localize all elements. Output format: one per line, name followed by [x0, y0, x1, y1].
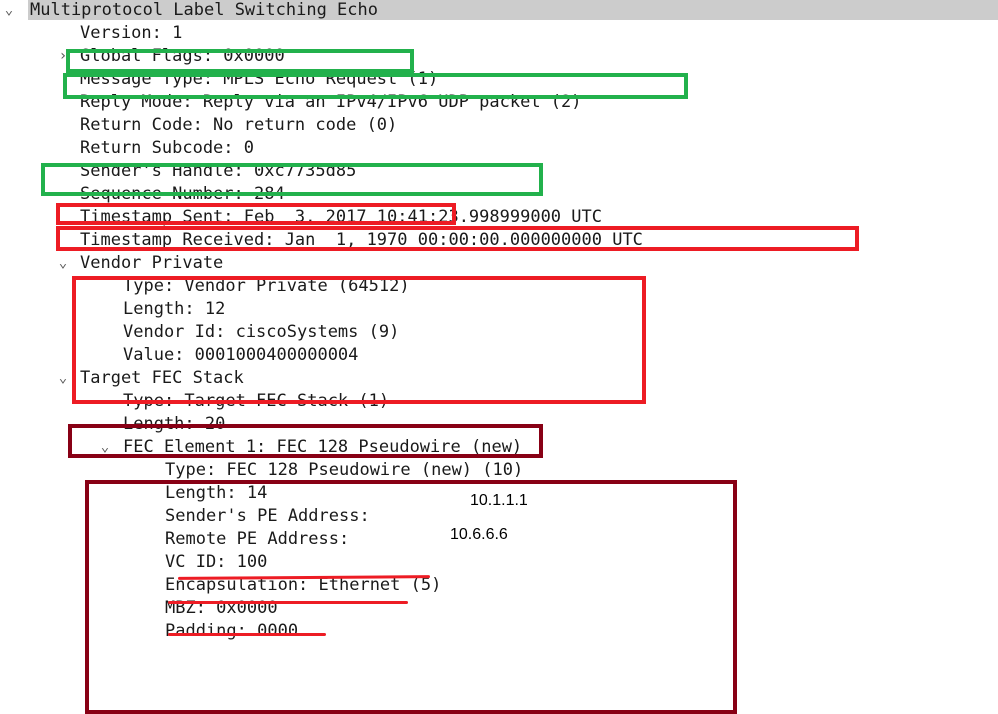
- field-return-code[interactable]: Return Code: No return code (0): [80, 114, 397, 136]
- chevron-down-icon[interactable]: ⌄: [2, 0, 16, 21]
- field-fec-element-type[interactable]: Type: FEC 128 Pseudowire (new) (10): [165, 459, 523, 481]
- annotation-box-global-flags: [66, 49, 414, 73]
- annotation-box-timestamp-sent: [56, 226, 859, 251]
- field-version[interactable]: Version: 1: [80, 22, 182, 44]
- annotation-box-fec-element: [85, 480, 737, 714]
- annotation-box-fec-stack-type: [68, 424, 543, 458]
- chevron-down-icon[interactable]: ⌄: [56, 252, 70, 274]
- annotation-box-sequence-number: [56, 203, 456, 225]
- chevron-down-icon[interactable]: ⌄: [56, 367, 70, 389]
- annotation-box-message-type: [63, 73, 688, 99]
- annotation-box-vendor-private: [72, 276, 646, 404]
- tree-root-mpls-echo[interactable]: Multiprotocol Label Switching Echo: [30, 0, 378, 21]
- tree-node-vendor-private[interactable]: Vendor Private: [80, 252, 223, 274]
- annotation-box-senders-handle: [41, 163, 543, 196]
- field-return-subcode[interactable]: Return Subcode: 0: [80, 137, 254, 159]
